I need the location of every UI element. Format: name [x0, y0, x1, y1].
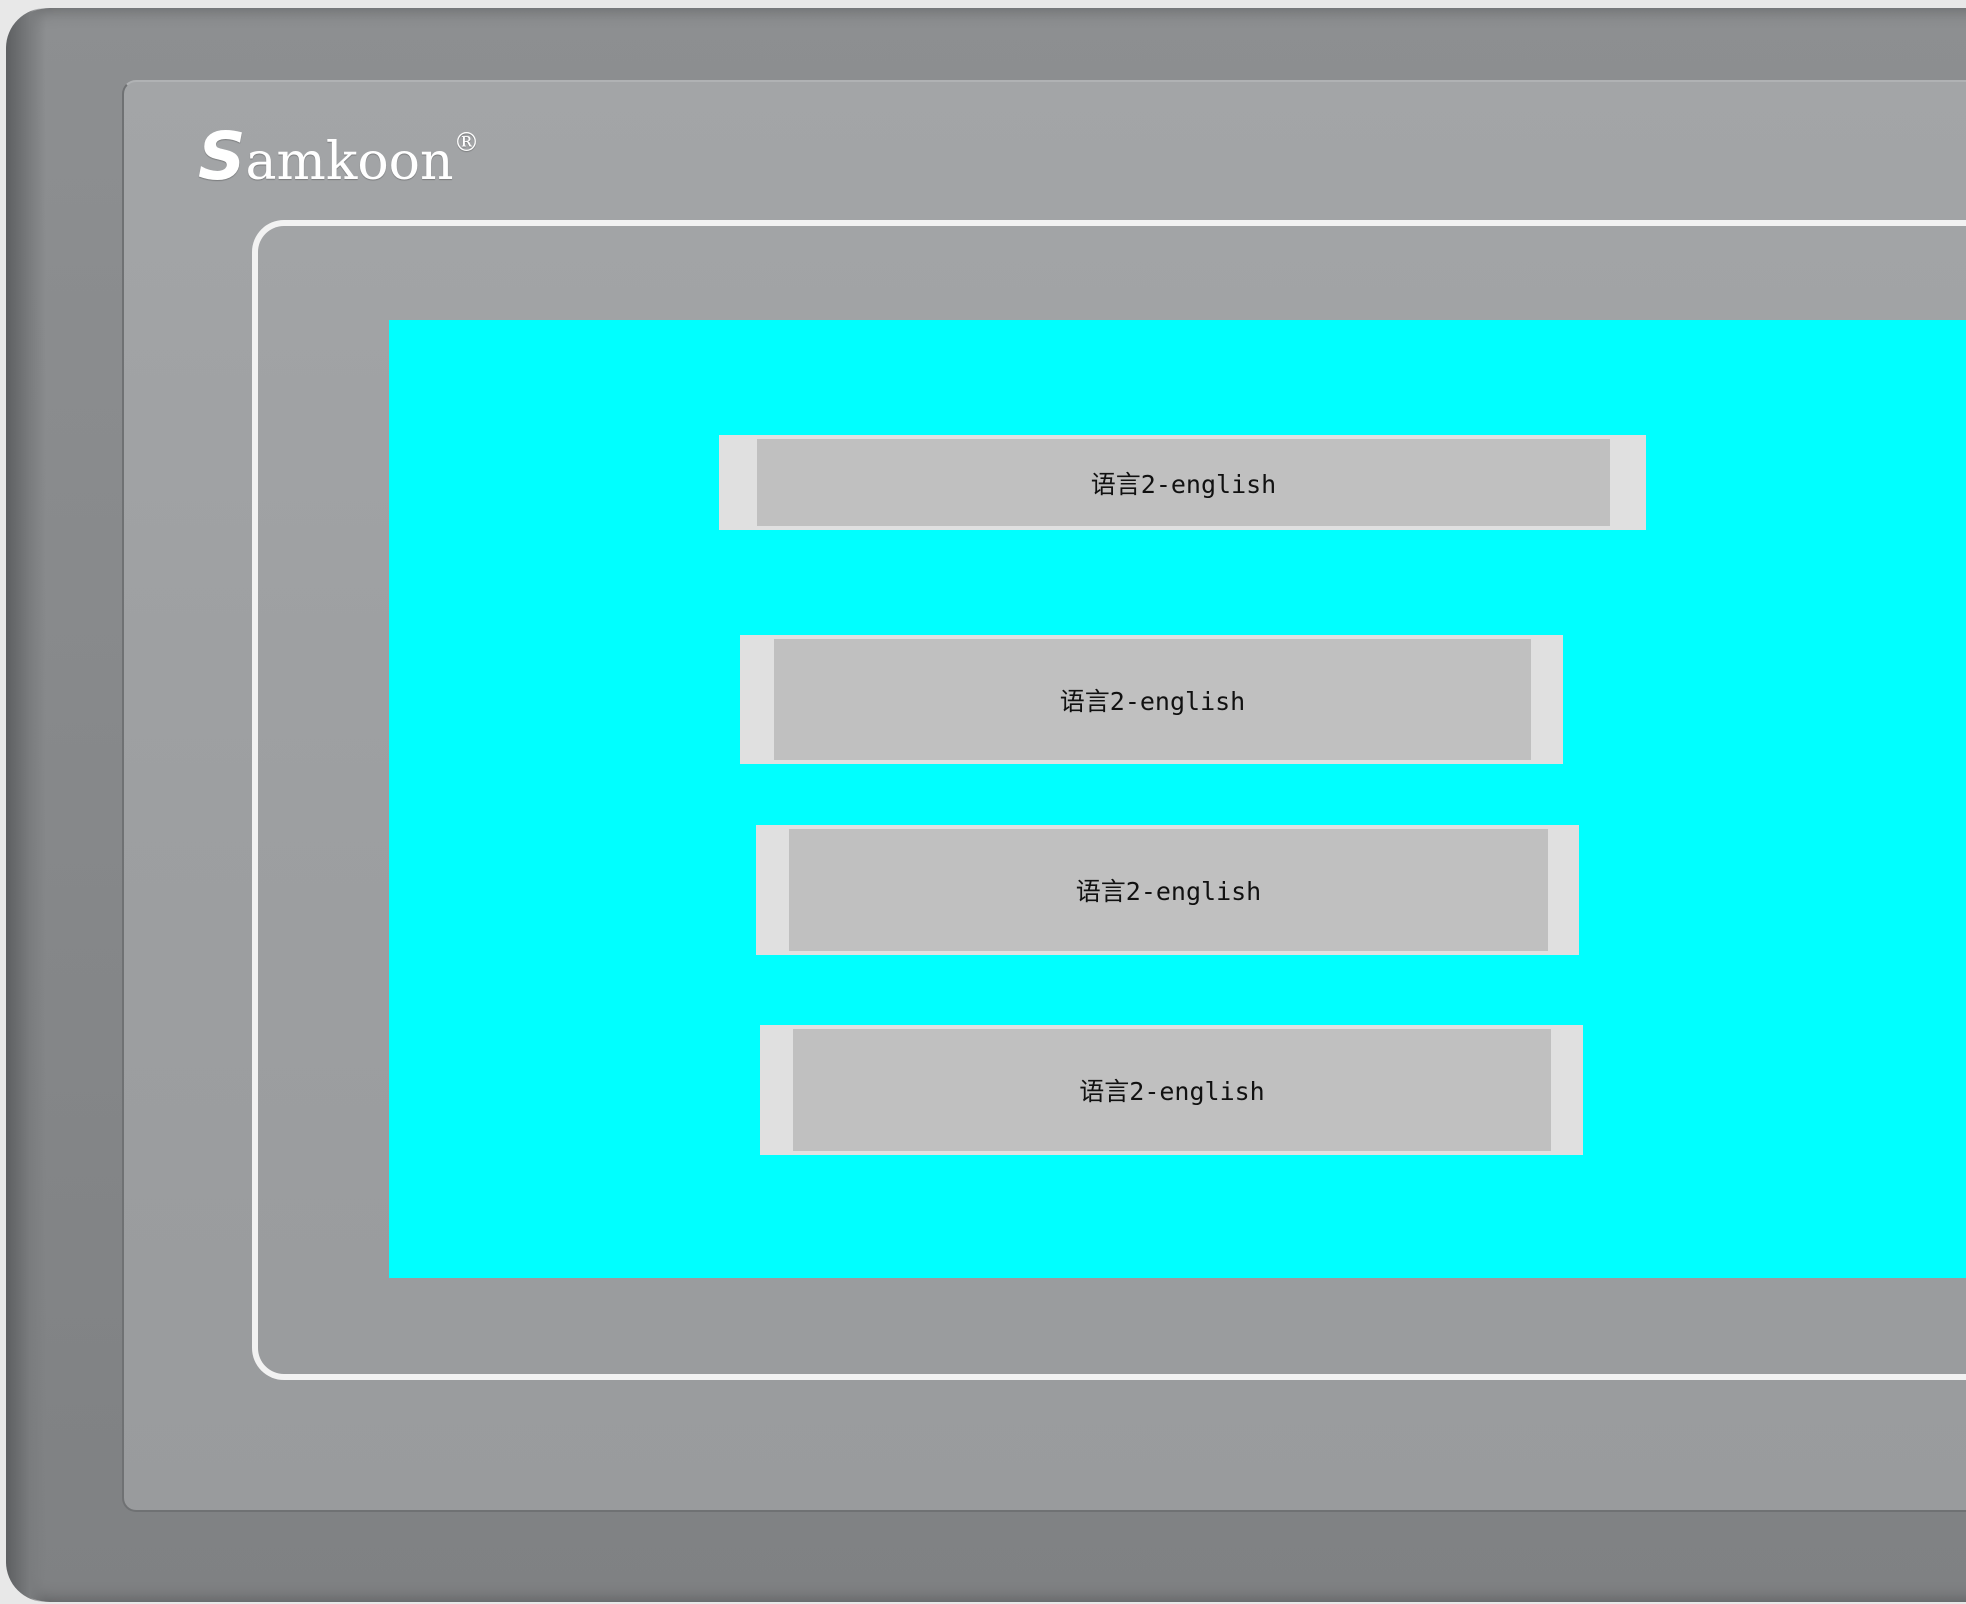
- language-button-3[interactable]: 语言2-english: [756, 825, 1579, 955]
- language-button-label: 语言2-english: [1079, 1077, 1265, 1106]
- language-button-4[interactable]: 语言2-english: [760, 1025, 1583, 1155]
- registered-mark-icon: ®: [453, 127, 480, 158]
- brand-logo: Samkoon®: [198, 118, 479, 195]
- language-button-label: 语言2-english: [1059, 686, 1246, 716]
- language-button-1[interactable]: 语言2-english: [719, 435, 1646, 530]
- bezel-edge-shading: [6, 8, 46, 1602]
- brand-logo-text: amkoon: [245, 132, 454, 192]
- brand-logo-initial: S: [198, 118, 246, 195]
- language-button-2[interactable]: 语言2-english: [740, 635, 1563, 764]
- language-button-label: 语言2-english: [1075, 877, 1262, 906]
- language-button-label: 语言2-english: [1090, 469, 1277, 499]
